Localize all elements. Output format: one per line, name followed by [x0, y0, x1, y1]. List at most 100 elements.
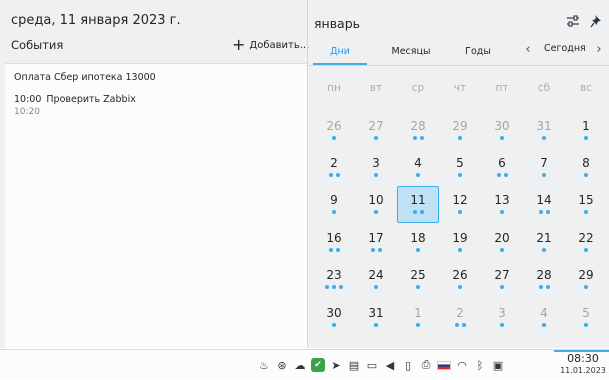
day-cell[interactable]: 3 [356, 156, 396, 192]
day-cell[interactable]: 27 [482, 268, 522, 304]
day-cell[interactable]: 2 [314, 156, 354, 192]
event-indicator [524, 173, 564, 177]
weekday-header: вс [580, 82, 592, 94]
event-dot-icon [500, 210, 504, 214]
event-dot-icon [584, 323, 588, 327]
event-dot-icon [458, 210, 462, 214]
day-cell[interactable]: 18 [398, 231, 438, 267]
day-cell[interactable]: 23 [314, 268, 354, 304]
printer-icon[interactable]: ⎙ [417, 356, 435, 374]
event-indicator [524, 248, 564, 252]
updates-icon[interactable]: ⊛ [273, 356, 291, 374]
event-timed[interactable]: 10:00 Проверить Zabbix [14, 94, 136, 105]
day-cell[interactable]: 27 [356, 119, 396, 155]
day-cell[interactable]: 2 [440, 306, 480, 342]
day-cell[interactable]: 15 [566, 193, 606, 229]
event-indicator [314, 136, 354, 140]
day-cell-today[interactable]: 11 [398, 193, 438, 229]
day-cell[interactable]: 12 [440, 193, 480, 229]
day-cell[interactable]: 1 [398, 306, 438, 342]
day-cell[interactable]: 14 [524, 193, 564, 229]
configure-icon[interactable] [566, 14, 580, 28]
day-cell[interactable]: 10 [356, 193, 396, 229]
event-dot-icon [374, 285, 378, 289]
day-cell[interactable]: 13 [482, 193, 522, 229]
cloud-icon[interactable]: ☁ [291, 356, 309, 374]
event-dot-icon [496, 173, 501, 177]
day-cell[interactable]: 17 [356, 231, 396, 267]
day-number: 24 [368, 268, 384, 282]
day-cell[interactable]: 19 [440, 231, 480, 267]
keyboard-layout-flag-icon[interactable] [435, 356, 453, 374]
day-cell[interactable]: 31 [356, 306, 396, 342]
event-indicator [440, 323, 480, 327]
day-cell[interactable]: 30 [314, 306, 354, 342]
tab-days[interactable]: Дни [313, 38, 367, 65]
month-view: январь Дни Месяцы Годы ‹ Сегодня › пн вт с… [308, 0, 609, 348]
day-number: 29 [452, 119, 468, 133]
event-dot-icon [416, 323, 420, 327]
day-cell[interactable]: 3 [482, 306, 522, 342]
usb-icon[interactable]: ▯ [399, 356, 417, 374]
event-indicator [482, 323, 522, 327]
day-cell[interactable]: 7 [524, 156, 564, 192]
clipboard-icon[interactable]: ▤ [345, 356, 363, 374]
notifications-icon[interactable]: ♨ [255, 356, 273, 374]
day-number: 12 [452, 193, 468, 207]
event-all-day[interactable]: Оплата Сбер ипотека 13000 [14, 72, 156, 83]
day-cell[interactable]: 20 [482, 231, 522, 267]
today-button[interactable]: Сегодня [544, 43, 586, 54]
wifi-icon[interactable]: ◠ [453, 356, 471, 374]
day-number: 29 [578, 268, 594, 282]
day-cell[interactable]: 28 [398, 119, 438, 155]
day-cell[interactable]: 8 [566, 156, 606, 192]
event-dot-icon [584, 173, 588, 177]
day-cell[interactable]: 29 [566, 268, 606, 304]
day-cell[interactable]: 29 [440, 119, 480, 155]
green-app-icon[interactable]: ✔ [309, 356, 327, 374]
day-cell[interactable]: 4 [524, 306, 564, 342]
event-dot-icon [370, 248, 375, 252]
day-cell[interactable]: 9 [314, 193, 354, 229]
day-cell[interactable]: 5 [566, 306, 606, 342]
day-cell[interactable]: 30 [482, 119, 522, 155]
pin-icon[interactable] [590, 14, 603, 28]
event-dot-icon [332, 285, 336, 289]
event-indicator [482, 285, 522, 289]
day-cell[interactable]: 6 [482, 156, 522, 192]
event-dot-icon [538, 210, 543, 214]
day-cell[interactable]: 5 [440, 156, 480, 192]
event-dot-icon [332, 136, 336, 140]
day-cell[interactable]: 16 [314, 231, 354, 267]
day-cell[interactable]: 28 [524, 268, 564, 304]
add-event-button[interactable]: + Добавить... [232, 36, 309, 54]
day-number: 21 [536, 231, 552, 245]
previous-month-icon[interactable]: ‹ [522, 42, 534, 58]
next-month-icon[interactable]: › [593, 42, 605, 58]
screen-icon[interactable]: ▣ [489, 356, 507, 374]
day-number: 31 [536, 119, 552, 133]
event-indicator [356, 173, 396, 177]
day-cell[interactable]: 24 [356, 268, 396, 304]
day-cell[interactable]: 1 [566, 119, 606, 155]
battery-icon[interactable]: ▭ [363, 356, 381, 374]
bluetooth-icon[interactable]: ᛒ [471, 356, 489, 374]
clock-date: 11.01.2023 [560, 366, 606, 375]
event-indicator [566, 136, 606, 140]
day-cell[interactable]: 26 [314, 119, 354, 155]
digital-clock[interactable]: 08:30 11.01.2023 [558, 353, 608, 377]
month-title: январь [314, 16, 361, 31]
event-dot-icon [374, 210, 378, 214]
event-dot-icon [419, 210, 424, 214]
day-number: 31 [368, 306, 384, 320]
day-number: 2 [456, 306, 464, 320]
day-cell[interactable]: 22 [566, 231, 606, 267]
day-cell[interactable]: 31 [524, 119, 564, 155]
tab-years[interactable]: Годы [451, 38, 505, 65]
day-cell[interactable]: 25 [398, 268, 438, 304]
volume-icon[interactable]: ◀ [381, 356, 399, 374]
day-cell[interactable]: 21 [524, 231, 564, 267]
telegram-icon[interactable]: ➤ [327, 356, 345, 374]
tab-months[interactable]: Месяцы [384, 38, 438, 65]
day-cell[interactable]: 26 [440, 268, 480, 304]
